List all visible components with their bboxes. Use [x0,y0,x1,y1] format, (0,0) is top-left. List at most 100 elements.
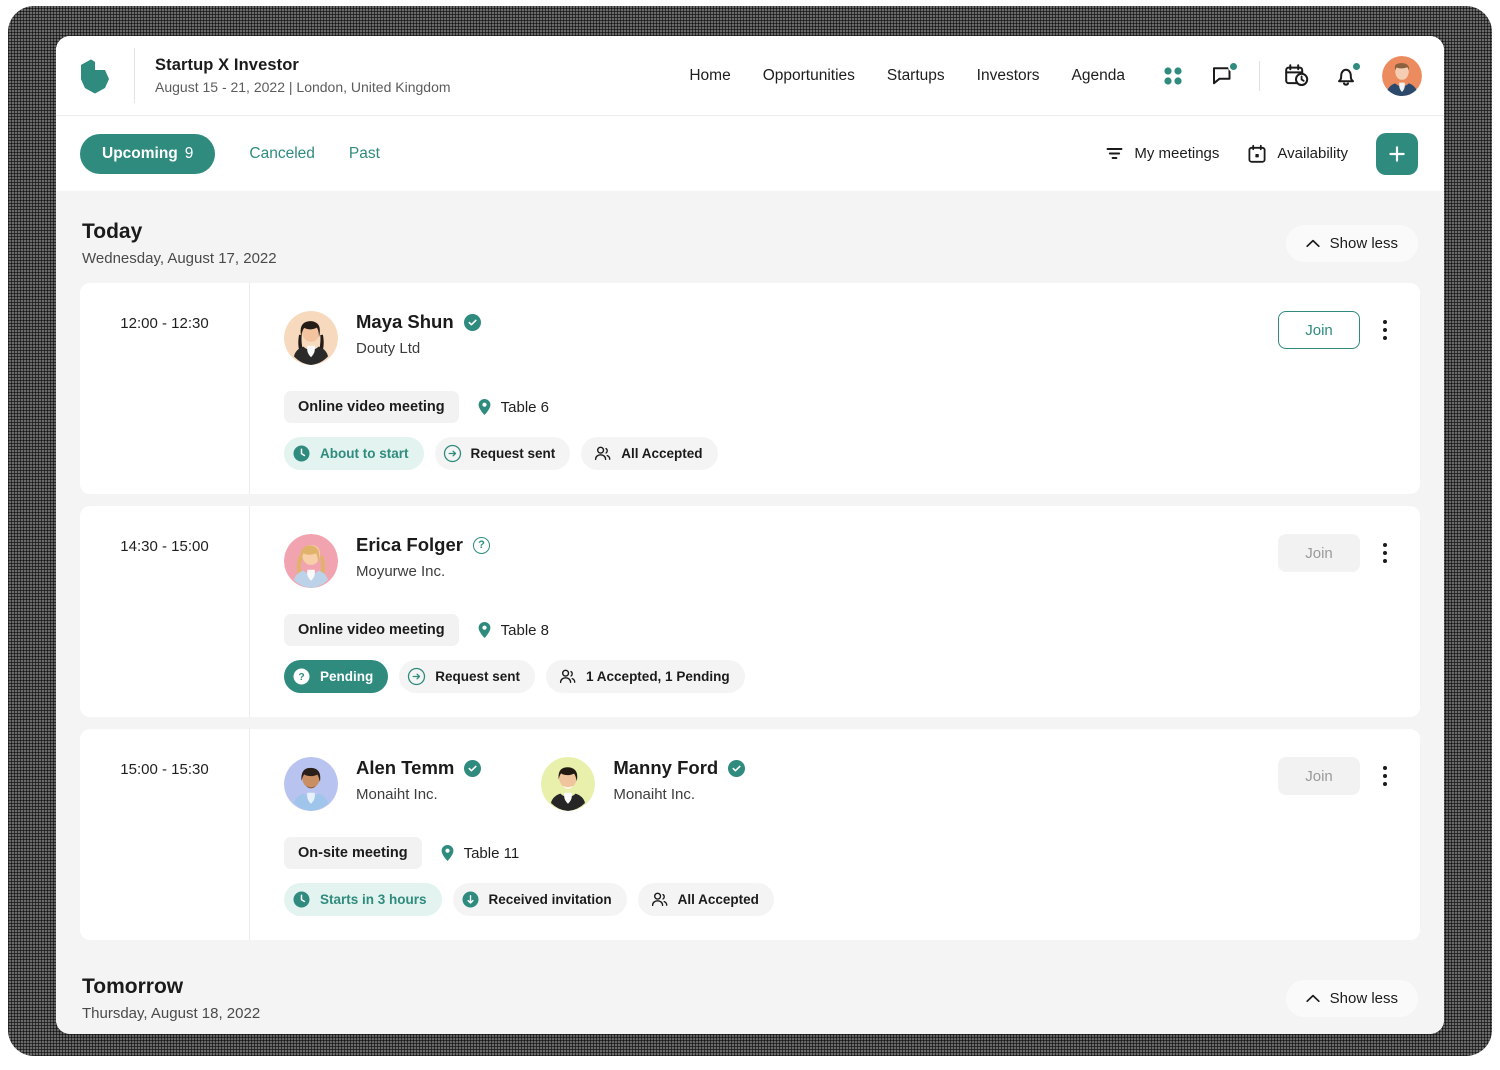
status-badge-request-label: Request sent [435,669,521,684]
app-title: Startup X Investor [155,56,299,74]
participant-name: Maya Shun [356,311,454,332]
nav-item-agenda[interactable]: Agenda [1072,67,1125,85]
tab-past[interactable]: Past [349,145,380,163]
nav-item-startups[interactable]: Startups [887,67,945,85]
day-subtitle: Wednesday, August 17, 2022 [82,250,277,267]
day-title: Today [82,220,143,243]
chat-unread-badge [1228,60,1239,72]
chat-bubble-icon[interactable] [1209,60,1239,90]
meeting-body: Alen Temm Monaiht Inc. Manny Ford Monaih… [250,729,1420,940]
meeting-table: Table 11 [463,844,520,862]
my-meetings-label: My meetings [1134,145,1220,162]
show-less-tomorrow-button[interactable]: Show less [1285,979,1418,1017]
verified-check-icon [464,759,482,777]
clock-icon [292,890,311,909]
status-badge-attendance: All Accepted [581,437,718,470]
participant: Maya Shun Douty Ltd [284,311,481,365]
clock-icon [292,444,311,463]
bell-unread-badge [1351,60,1362,72]
bell-notification-icon[interactable] [1332,60,1362,90]
more-options-icon[interactable] [1372,757,1398,795]
main-nav: Home Opportunities Startups Investors Ag… [689,67,1125,85]
nav-item-home[interactable]: Home [689,67,730,85]
participant-list: Alen Temm Monaiht Inc. Manny Ford Monaih… [284,757,1398,811]
plus-icon [1389,145,1405,162]
more-options-icon[interactable] [1372,534,1398,572]
participant-list: Maya Shun Douty Ltd [284,311,1398,365]
status-badge-attendance-label: 1 Accepted, 1 Pending [586,669,730,684]
day-title: Tomorrow [82,975,184,998]
meeting-card[interactable]: 12:00 - 12:30 Maya Shun Douty Ltd Online… [80,283,1420,494]
meeting-actions: Join [1278,757,1398,795]
meeting-table: Table 8 [500,621,550,639]
availability-button[interactable]: Availability [1247,144,1348,164]
participant: Manny Ford Monaiht Inc. [541,757,746,811]
meeting-status-row: Starts in 3 hours Received invitation Al… [284,883,1398,916]
join-button[interactable]: Join [1278,757,1360,795]
nav-item-opportunities[interactable]: Opportunities [763,67,855,85]
status-badge-timing: About to start [284,437,424,470]
user-avatar[interactable] [1382,55,1422,96]
day-header-tomorrow: Tomorrow Thursday, August 18, 2022 Show … [80,952,1420,1034]
tab-canceled[interactable]: Canceled [249,145,315,163]
meeting-meta-row: Online video meeting Table 6 [284,391,1398,423]
agenda-content: Today Wednesday, August 17, 2022 Show le… [56,191,1444,1034]
meeting-location: Table 11 [440,844,520,862]
participant-avatar [284,311,338,365]
meeting-status-row: About to start Request sent All Accepted [284,437,1398,470]
meeting-actions: Join [1278,534,1398,572]
meeting-body: Maya Shun Douty Ltd Online video meeting [250,283,1420,494]
meeting-status-row: ? Pending Request sent 1 Accepted, 1 Pen… [284,660,1398,693]
participant-company: Douty Ltd [356,340,421,357]
participant-name-row: Maya Shun [356,311,481,333]
meeting-type-chip: On-site meeting [284,837,422,869]
participant-name-row: Manny Ford [613,757,746,779]
day-header-today: Today Wednesday, August 17, 2022 Show le… [80,219,1420,283]
arrow-right-circle-icon [443,444,462,463]
status-badge-request-label: Received invitation [488,892,612,907]
meeting-type-chip: Online video meeting [284,391,459,423]
nav-item-investors[interactable]: Investors [977,67,1040,85]
status-badge-attendance: 1 Accepted, 1 Pending [546,660,745,693]
meeting-meta-row: Online video meeting Table 8 [284,614,1398,646]
top-bar: Startup X Investor August 15 - 21, 2022 … [56,36,1444,115]
status-badge-request: Received invitation [452,883,627,916]
meeting-time: 14:30 - 15:00 [120,538,209,555]
brand-logo-icon [81,59,109,93]
add-meeting-button[interactable] [1376,132,1418,175]
my-meetings-button[interactable]: My meetings [1105,144,1219,163]
status-badge-attendance-label: All Accepted [677,892,759,907]
more-options-icon[interactable] [1372,311,1398,349]
calendar-clock-icon[interactable] [1282,62,1310,90]
apps-grid-icon[interactable] [1159,62,1187,90]
participant-company: Monaiht Inc. [356,786,438,803]
join-button[interactable]: Join [1278,534,1360,572]
status-badge-timing-label: Starts in 3 hours [320,892,427,907]
top-icon-group [1159,55,1422,96]
status-badge-request: Request sent [399,660,536,693]
participant-name: Alen Temm [356,757,455,778]
people-icon [558,667,577,686]
meeting-time: 12:00 - 12:30 [120,315,209,332]
brand-logo-wrap[interactable] [56,36,134,115]
participant-name: Manny Ford [613,757,719,778]
meeting-location: Table 6 [477,398,549,416]
status-badge-timing: ? Pending [284,660,389,693]
event-dates-location: August 15 - 21, 2022 | London, United Ki… [155,79,451,95]
participant-company: Monaiht Inc. [613,786,696,803]
meeting-card[interactable]: 14:30 - 15:00 Erica Folger ? Moyurwe Inc… [80,506,1420,717]
chevron-up-icon [1305,239,1320,247]
tab-bar-actions: My meetings Availability [1105,132,1418,175]
meeting-actions: Join [1278,311,1398,349]
arrow-down-circle-icon [461,890,480,909]
meeting-card[interactable]: 15:00 - 15:30 Alen Temm Monaiht Inc. Man… [80,729,1420,940]
show-less-label: Show less [1329,234,1398,252]
status-badge-timing-label: About to start [320,446,409,461]
availability-label: Availability [1277,145,1348,162]
join-button[interactable]: Join [1278,311,1360,349]
meeting-type-chip: Online video meeting [284,614,459,646]
status-badge-attendance-label: All Accepted [621,446,703,461]
show-less-today-button[interactable]: Show less [1285,224,1418,262]
app-window: Startup X Investor August 15 - 21, 2022 … [56,36,1444,1034]
tab-upcoming[interactable]: Upcoming 9 [80,133,216,174]
